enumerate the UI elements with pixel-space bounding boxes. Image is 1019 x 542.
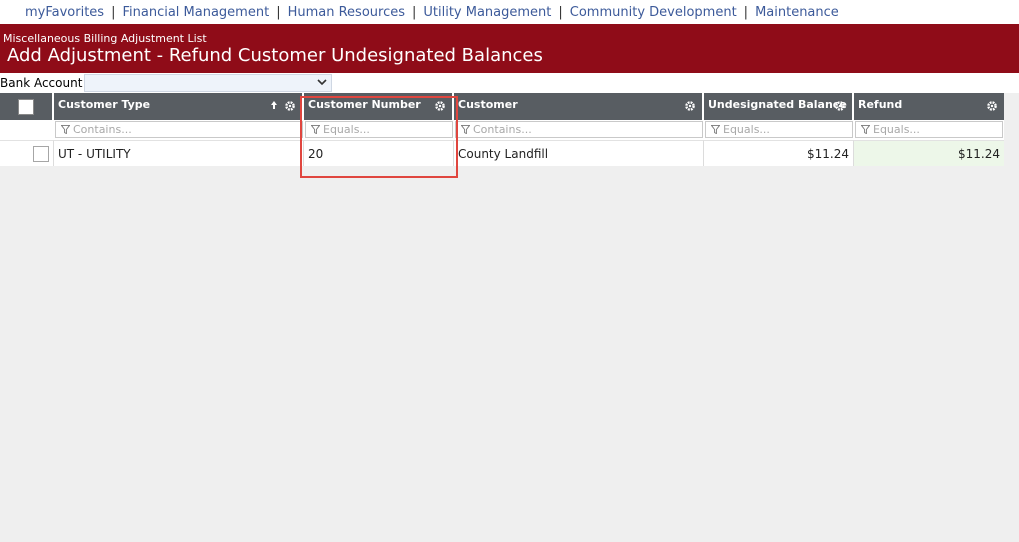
breadcrumb[interactable]: Miscellaneous Billing Adjustment List <box>3 24 1019 45</box>
nav-maintenance[interactable]: Maintenance <box>755 5 839 20</box>
gear-icon[interactable] <box>434 100 446 112</box>
bank-account-select[interactable] <box>84 74 333 92</box>
filter-refund-cell: Equals... <box>854 120 1004 140</box>
sort-up-arrow-icon[interactable] <box>270 100 278 113</box>
cell-undesignated-balance: $11.24 <box>704 140 854 166</box>
column-label: Undesignated Balance <box>708 98 847 111</box>
filter-undesignated-balance-input[interactable]: Equals... <box>705 121 853 138</box>
bank-account-row: Bank Account <box>0 73 1019 93</box>
nav-separator: | <box>276 4 281 20</box>
cell-refund[interactable]: $11.24 <box>854 140 1004 166</box>
filter-placeholder: Contains... <box>473 123 532 136</box>
nav-utility-management[interactable]: Utility Management <box>423 5 551 20</box>
column-header-customer-type[interactable]: Customer Type <box>54 93 304 120</box>
page-header: Miscellaneous Billing Adjustment List Ad… <box>0 24 1019 73</box>
column-header-refund[interactable]: Refund <box>854 93 1004 120</box>
table-row[interactable]: UT - UTILITY 20 County Landfill $11.24 $… <box>0 140 1004 166</box>
filter-customer-cell: Contains... <box>454 120 704 140</box>
gear-icon[interactable] <box>986 100 998 112</box>
cell-customer: County Landfill <box>454 140 704 166</box>
nav-community-development[interactable]: Community Development <box>570 5 737 20</box>
nav-human-resources[interactable]: Human Resources <box>288 5 405 20</box>
filter-placeholder: Equals... <box>723 123 770 136</box>
row-select-checkbox[interactable] <box>32 145 49 162</box>
filter-placeholder: Contains... <box>73 123 132 136</box>
gear-icon[interactable] <box>684 100 696 112</box>
filter-customer-number-cell: Equals... <box>304 120 454 140</box>
filter-spacer <box>0 120 54 140</box>
funnel-icon <box>61 125 70 134</box>
nav-financial-management[interactable]: Financial Management <box>122 5 269 20</box>
nav-myfavorites[interactable]: myFavorites <box>25 5 104 20</box>
filter-refund-input[interactable]: Equals... <box>855 121 1003 138</box>
top-navigation: myFavorites | Financial Management | Hum… <box>0 0 1019 24</box>
cell-customer-number: 20 <box>304 140 454 166</box>
page-title: Add Adjustment - Refund Customer Undesig… <box>7 45 543 66</box>
column-label: Customer Type <box>58 98 151 111</box>
nav-separator: | <box>411 4 417 20</box>
grid-filter-row: Contains... Equals... Contains... Equals… <box>0 120 1004 140</box>
filter-customer-input[interactable]: Contains... <box>455 121 703 138</box>
filter-customer-type-cell: Contains... <box>54 120 304 140</box>
grid-header-row: Customer Type Customer Number Customer U… <box>0 93 1004 120</box>
column-header-customer-number[interactable]: Customer Number <box>304 93 454 120</box>
funnel-icon <box>311 125 320 134</box>
column-header-undesignated-balance[interactable]: Undesignated Balance <box>704 93 854 120</box>
select-all-checkbox[interactable] <box>18 98 34 115</box>
chevron-down-icon <box>317 75 327 92</box>
funnel-icon <box>461 125 470 134</box>
filter-customer-number-input[interactable]: Equals... <box>305 121 453 138</box>
nav-separator: | <box>558 4 563 20</box>
cell-customer-type: UT - UTILITY <box>54 140 304 166</box>
filter-customer-type-input[interactable]: Contains... <box>55 121 303 138</box>
gear-icon[interactable] <box>834 100 846 112</box>
customer-grid: Customer Type Customer Number Customer U… <box>0 93 1004 166</box>
column-label: Customer <box>458 98 518 111</box>
row-select-cell <box>0 140 54 166</box>
funnel-icon <box>711 125 720 134</box>
select-all-cell <box>0 93 54 120</box>
funnel-icon <box>861 125 870 134</box>
filter-placeholder: Equals... <box>873 123 920 136</box>
nav-separator: | <box>111 4 116 20</box>
column-header-customer[interactable]: Customer <box>454 93 704 120</box>
bank-account-label: Bank Account <box>0 76 83 90</box>
column-label: Refund <box>858 98 903 111</box>
filter-placeholder: Equals... <box>323 123 370 136</box>
filter-undesignated-balance-cell: Equals... <box>704 120 854 140</box>
gear-icon[interactable] <box>284 100 296 112</box>
column-label: Customer Number <box>308 98 421 111</box>
nav-separator: | <box>743 4 749 20</box>
